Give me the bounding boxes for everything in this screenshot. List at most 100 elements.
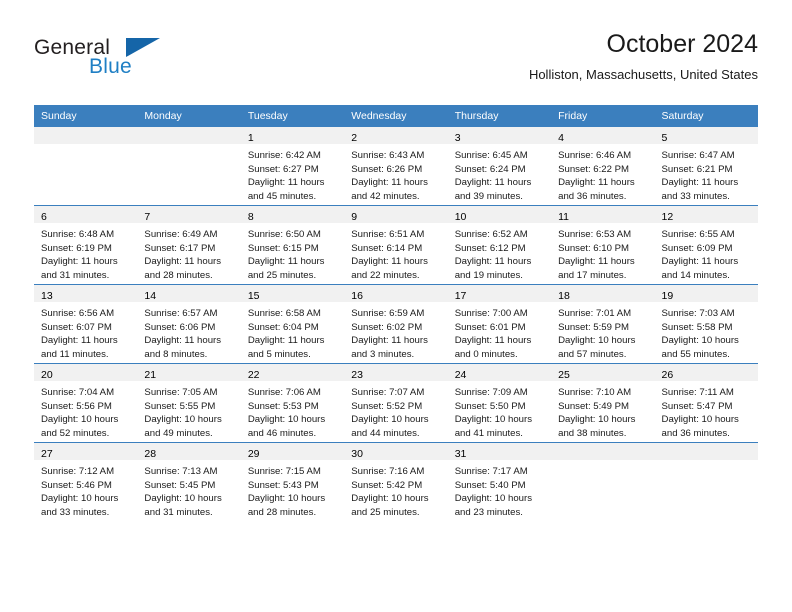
sunset-text: Sunset: 6:17 PM — [144, 242, 216, 254]
sunrise-text: Sunrise: 6:43 AM — [351, 150, 425, 161]
day-number-band: 28 — [137, 443, 241, 460]
calendar-day-cell[interactable]: 18 Sunrise: 7:01 AM Sunset: 5:59 PM Dayligh… — [551, 284, 655, 364]
calendar-day-cell[interactable]: 31 Sunrise: 7:17 AM Sunset: 5:40 PM Dayligh… — [447, 442, 552, 521]
daylight-text-line1: Daylight: 10 hours — [558, 335, 636, 347]
calendar-day-cell[interactable]: 16 Sunrise: 6:59 AM Sunset: 6:02 PM Dayligh… — [344, 284, 448, 364]
calendar-day-cell[interactable]: 5 Sunrise: 6:47 AM Sunset: 6:21 PM Daylight… — [654, 127, 758, 206]
day-cell-10[interactable]: 10 Sunrise: 6:52 AM Sunset: 6:12 PM Dayligh… — [447, 206, 552, 284]
sunset-text: Sunset: 6:12 PM — [454, 242, 526, 254]
daylight-text-line1: Daylight: 10 hours — [41, 414, 119, 426]
page-header: General Blue October 2024 Holliston, Mas… — [34, 28, 758, 98]
sunset-text: Sunset: 5:59 PM — [558, 321, 630, 333]
day-number: 24 — [454, 369, 467, 381]
calendar-day-cell[interactable]: 21 Sunrise: 7:05 AM Sunset: 5:55 PM Dayligh… — [137, 363, 241, 443]
daylight-text-line1: Daylight: 11 hours — [454, 177, 532, 189]
weekday-header-tuesday: Tuesday — [240, 105, 345, 127]
day-cell-17[interactable]: 17 Sunrise: 7:00 AM Sunset: 6:01 PM Dayligh… — [447, 285, 552, 363]
day-cell-12[interactable]: 12 Sunrise: 6:55 AM Sunset: 6:09 PM Dayligh… — [654, 206, 758, 284]
daylight-text-line2: and 42 minutes. — [351, 190, 420, 202]
calendar-day-cell[interactable]: 13 Sunrise: 6:56 AM Sunset: 6:07 PM Dayligh… — [34, 284, 138, 364]
sunset-text: Sunset: 5:46 PM — [41, 479, 112, 491]
day-cell-9[interactable]: 9 Sunrise: 6:51 AM Sunset: 6:14 PM Daylight… — [344, 206, 448, 284]
calendar-day-cell[interactable] — [34, 127, 138, 206]
sunrise-text: Sunrise: 7:15 AM — [247, 466, 321, 477]
sunrise-text: Sunrise: 6:58 AM — [247, 308, 321, 319]
day-cell-29[interactable]: 29 Sunrise: 7:15 AM Sunset: 5:43 PM Dayligh… — [240, 443, 345, 521]
calendar-day-cell[interactable]: 9 Sunrise: 6:51 AM Sunset: 6:14 PM Daylight… — [344, 205, 448, 285]
day-cell-11[interactable]: 11 Sunrise: 6:53 AM Sunset: 6:10 PM Dayligh… — [551, 206, 655, 284]
calendar-day-cell[interactable]: 29 Sunrise: 7:15 AM Sunset: 5:43 PM Dayligh… — [240, 442, 345, 521]
day-number: 18 — [558, 290, 570, 302]
day-number-band: 20 — [34, 364, 138, 381]
day-cell-31[interactable]: 31 Sunrise: 7:17 AM Sunset: 5:40 PM Dayligh… — [447, 443, 552, 521]
calendar-day-cell[interactable]: 19 Sunrise: 7:03 AM Sunset: 5:58 PM Dayligh… — [654, 284, 758, 364]
daylight-text-line1: Daylight: 10 hours — [558, 414, 636, 426]
daylight-text-line2: and 33 minutes. — [661, 190, 730, 202]
calendar-day-cell[interactable]: 27 Sunrise: 7:12 AM Sunset: 5:46 PM Dayligh… — [34, 442, 138, 521]
calendar-day-cell[interactable]: 20 Sunrise: 7:04 AM Sunset: 5:56 PM Dayligh… — [34, 363, 138, 443]
calendar-day-cell[interactable]: 11 Sunrise: 6:53 AM Sunset: 6:10 PM Dayligh… — [551, 205, 655, 285]
day-number-band: 18 — [551, 285, 655, 302]
day-cell-20[interactable]: 20 Sunrise: 7:04 AM Sunset: 5:56 PM Dayligh… — [34, 364, 138, 442]
general-blue-logo[interactable]: General Blue — [34, 36, 214, 92]
calendar-day-cell[interactable]: 6 Sunrise: 6:48 AM Sunset: 6:19 PM Daylight… — [34, 205, 138, 285]
calendar-day-cell[interactable]: 28 Sunrise: 7:13 AM Sunset: 5:45 PM Dayligh… — [137, 442, 241, 521]
calendar-day-cell[interactable]: 30 Sunrise: 7:16 AM Sunset: 5:42 PM Dayligh… — [344, 442, 448, 521]
day-cell-14[interactable]: 14 Sunrise: 6:57 AM Sunset: 6:06 PM Dayligh… — [137, 285, 241, 363]
calendar-day-cell[interactable]: 22 Sunrise: 7:06 AM Sunset: 5:53 PM Dayligh… — [240, 363, 345, 443]
calendar-day-cell[interactable]: 12 Sunrise: 6:55 AM Sunset: 6:09 PM Dayligh… — [654, 205, 758, 285]
day-number: 5 — [661, 132, 668, 144]
day-cell-30[interactable]: 30 Sunrise: 7:16 AM Sunset: 5:42 PM Dayligh… — [344, 443, 448, 521]
day-cell-26[interactable]: 26 Sunrise: 7:11 AM Sunset: 5:47 PM Dayligh… — [654, 364, 758, 442]
day-number: 10 — [454, 211, 467, 223]
day-cell-empty — [137, 127, 241, 205]
day-cell-details: Sunrise: 7:12 AM Sunset: 5:46 PM Daylight:… — [34, 460, 137, 519]
calendar-day-cell[interactable]: 15 Sunrise: 6:58 AM Sunset: 6:04 PM Dayligh… — [240, 284, 345, 364]
day-cell-23[interactable]: 23 Sunrise: 7:07 AM Sunset: 5:52 PM Dayligh… — [344, 364, 448, 442]
day-cell-13[interactable]: 13 Sunrise: 6:56 AM Sunset: 6:07 PM Dayligh… — [34, 285, 138, 363]
day-cell-6[interactable]: 6 Sunrise: 6:48 AM Sunset: 6:19 PM Daylight… — [34, 206, 138, 284]
day-cell-15[interactable]: 15 Sunrise: 6:58 AM Sunset: 6:04 PM Dayligh… — [240, 285, 345, 363]
day-cell-22[interactable]: 22 Sunrise: 7:06 AM Sunset: 5:53 PM Dayligh… — [240, 364, 345, 442]
calendar-day-cell[interactable]: 4 Sunrise: 6:46 AM Sunset: 6:22 PM Daylight… — [551, 127, 655, 206]
day-cell-25[interactable]: 25 Sunrise: 7:10 AM Sunset: 5:49 PM Dayligh… — [551, 364, 655, 442]
calendar-day-cell[interactable]: 17 Sunrise: 7:00 AM Sunset: 6:01 PM Dayligh… — [447, 284, 552, 364]
day-cell-8[interactable]: 8 Sunrise: 6:50 AM Sunset: 6:15 PM Daylight… — [240, 206, 345, 284]
day-cell-19[interactable]: 19 Sunrise: 7:03 AM Sunset: 5:58 PM Dayligh… — [654, 285, 758, 363]
day-cell-24[interactable]: 24 Sunrise: 7:09 AM Sunset: 5:50 PM Dayligh… — [447, 364, 552, 442]
sunset-text: Sunset: 5:47 PM — [661, 400, 733, 412]
calendar-day-cell[interactable]: 7 Sunrise: 6:49 AM Sunset: 6:17 PM Daylight… — [137, 205, 241, 285]
day-cell-1[interactable]: 1 Sunrise: 6:42 AM Sunset: 6:27 PM Daylight… — [240, 127, 345, 205]
daylight-text-line1: Daylight: 10 hours — [247, 414, 326, 426]
day-cell-28[interactable]: 28 Sunrise: 7:13 AM Sunset: 5:45 PM Dayligh… — [137, 443, 241, 521]
calendar-day-cell[interactable]: 23 Sunrise: 7:07 AM Sunset: 5:52 PM Dayligh… — [344, 363, 448, 443]
calendar-day-cell[interactable]: 3 Sunrise: 6:45 AM Sunset: 6:24 PM Daylight… — [447, 127, 552, 206]
day-cell-18[interactable]: 18 Sunrise: 7:01 AM Sunset: 5:59 PM Dayligh… — [551, 285, 655, 363]
calendar-day-cell[interactable]: 26 Sunrise: 7:11 AM Sunset: 5:47 PM Dayligh… — [654, 363, 758, 443]
calendar-day-cell[interactable] — [551, 442, 655, 521]
day-cell-27[interactable]: 27 Sunrise: 7:12 AM Sunset: 5:46 PM Dayligh… — [34, 443, 138, 521]
day-cell-5[interactable]: 5 Sunrise: 6:47 AM Sunset: 6:21 PM Daylight… — [654, 127, 758, 205]
day-cell-21[interactable]: 21 Sunrise: 7:05 AM Sunset: 5:55 PM Dayligh… — [137, 364, 241, 442]
daylight-text-line2: and 52 minutes. — [41, 427, 110, 439]
calendar-day-cell[interactable]: 1 Sunrise: 6:42 AM Sunset: 6:27 PM Daylight… — [240, 127, 345, 206]
calendar-day-cell[interactable] — [654, 442, 758, 521]
day-cell-4[interactable]: 4 Sunrise: 6:46 AM Sunset: 6:22 PM Daylight… — [551, 127, 655, 205]
day-cell-3[interactable]: 3 Sunrise: 6:45 AM Sunset: 6:24 PM Daylight… — [447, 127, 552, 205]
day-number-band: 22 — [240, 364, 345, 381]
calendar-day-cell[interactable] — [137, 127, 241, 206]
calendar-day-cell[interactable]: 25 Sunrise: 7:10 AM Sunset: 5:49 PM Dayligh… — [551, 363, 655, 443]
day-cell-2[interactable]: 2 Sunrise: 6:43 AM Sunset: 6:26 PM Daylight… — [344, 127, 448, 205]
calendar-day-cell[interactable]: 10 Sunrise: 6:52 AM Sunset: 6:12 PM Dayligh… — [447, 205, 552, 285]
calendar-day-cell[interactable]: 14 Sunrise: 6:57 AM Sunset: 6:06 PM Dayligh… — [137, 284, 241, 364]
day-cell-16[interactable]: 16 Sunrise: 6:59 AM Sunset: 6:02 PM Dayligh… — [344, 285, 448, 363]
sunrise-text: Sunrise: 7:10 AM — [558, 387, 632, 398]
calendar-day-cell[interactable]: 24 Sunrise: 7:09 AM Sunset: 5:50 PM Dayligh… — [447, 363, 552, 443]
day-cell-7[interactable]: 7 Sunrise: 6:49 AM Sunset: 6:17 PM Daylight… — [137, 206, 241, 284]
calendar-day-cell[interactable]: 8 Sunrise: 6:50 AM Sunset: 6:15 PM Daylight… — [240, 205, 345, 285]
day-cell-details: Sunrise: 6:58 AM Sunset: 6:04 PM Daylight:… — [241, 302, 344, 361]
sunrise-text: Sunrise: 7:16 AM — [351, 466, 425, 477]
calendar-day-cell[interactable]: 2 Sunrise: 6:43 AM Sunset: 6:26 PM Daylight… — [344, 127, 448, 206]
daylight-text-line2: and 25 minutes. — [247, 269, 317, 281]
sunset-text: Sunset: 6:06 PM — [144, 321, 216, 333]
